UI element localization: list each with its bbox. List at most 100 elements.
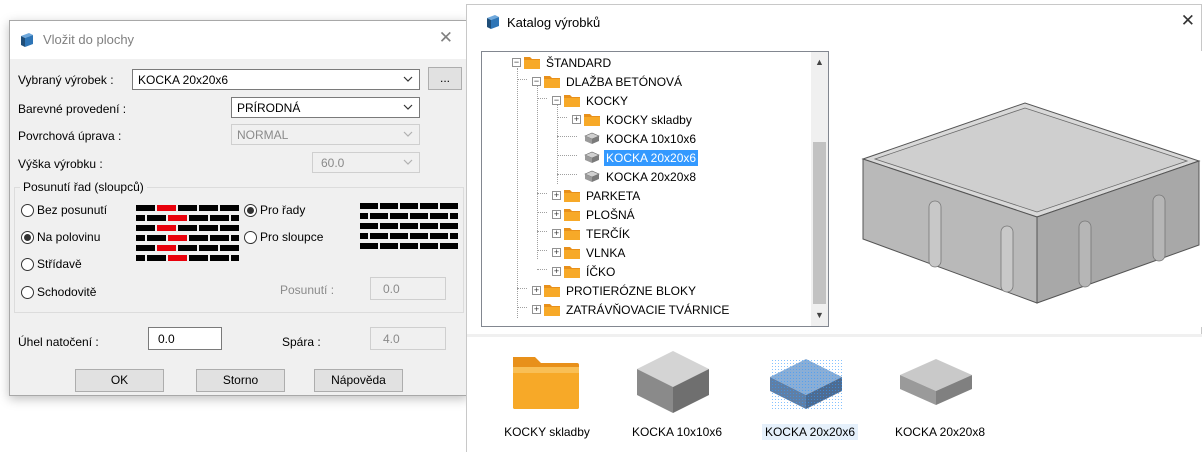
radio-no-shift[interactable]: Bez posunutí <box>21 203 107 217</box>
tree-node[interactable]: + ÍČKO <box>552 262 617 281</box>
tree-node-label: KOCKA 10x10x6 <box>606 131 697 146</box>
help-button[interactable]: Nápověda <box>314 369 403 392</box>
tree-node[interactable]: + ZATRÁVŇOVACIE TVÁRNICE <box>532 300 731 319</box>
tree-node[interactable]: KOCKA 10x10x6 <box>584 129 698 148</box>
radio-label: Schodovitě <box>37 285 97 299</box>
tree-node[interactable]: + KOCKY skladby <box>572 110 694 129</box>
height-label: Výška výrobku : <box>18 157 103 171</box>
product-label: Vybraný výrobek : <box>18 73 114 87</box>
tree-node[interactable]: − DLAŽBA BETÓNOVÁ <box>532 72 684 91</box>
collapse-icon[interactable]: − <box>552 96 561 105</box>
angle-field[interactable]: 0.0 <box>148 327 222 350</box>
tree-node[interactable]: + VLNKA <box>552 243 627 262</box>
radio-alternate[interactable]: Střídavě <box>21 257 82 271</box>
height-combo[interactable]: 60.0 <box>312 152 420 173</box>
tree-node-label: ZATRÁVŇOVACIE TVÁRNICE <box>566 302 730 317</box>
list-item-label: KOCKA 10x10x6 <box>631 425 723 439</box>
tree-node[interactable]: + PARKETA <box>552 186 642 205</box>
tree-node-label: ÍČKO <box>586 264 616 279</box>
gap-label: Spára : <box>282 335 321 349</box>
folder-icon <box>524 57 540 69</box>
radio-stepped[interactable]: Schodovitě <box>21 285 96 299</box>
close-icon[interactable]: ✕ <box>1181 12 1195 29</box>
radio-rows[interactable]: Pro řady <box>244 203 305 217</box>
radio-columns[interactable]: Pro sloupce <box>244 230 323 244</box>
color-value: PRÍRODNÁ <box>237 101 301 115</box>
paver-item-icon <box>900 359 972 405</box>
offset-field[interactable]: 0.0 <box>370 277 446 300</box>
tree-node[interactable]: + PROTIERÓZNE BLOKY <box>532 281 698 300</box>
folder-icon <box>564 266 580 278</box>
list-item-label: KOCKA 20x20x6 <box>750 424 870 440</box>
list-item-kocka-10x10x6[interactable]: KOCKA 10x10x6 <box>617 337 737 453</box>
radio-half[interactable]: Na polovinu <box>21 230 100 244</box>
ok-button[interactable]: OK <box>75 369 164 392</box>
cancel-button[interactable]: Storno <box>196 369 285 392</box>
list-item-kocka-20x20x6[interactable]: KOCKA 20x20x6 <box>750 337 870 453</box>
tree-node[interactable]: KOCKA 20x20x8 <box>584 167 698 186</box>
color-combo[interactable]: PRÍRODNÁ <box>231 97 420 118</box>
product-preview <box>851 51 1202 327</box>
radio-circle <box>21 203 34 217</box>
radio-circle <box>244 203 257 217</box>
category-tree[interactable]: − ŠTANDARD − DLAŽBA BETÓNOVÁ − KOCKY + KOCKY sk… <box>481 51 829 327</box>
folder-icon <box>544 76 560 88</box>
folder-icon <box>564 95 580 107</box>
product-combo[interactable]: KOCKA 20x20x6 <box>132 69 420 90</box>
half-shift-pattern <box>136 205 239 261</box>
expand-icon[interactable]: + <box>532 286 541 295</box>
radio-label: Střídavě <box>37 257 82 271</box>
tree-node-label: KOCKY skladby <box>606 112 692 127</box>
insert-dialog: Vložit do plochy ✕ Vybraný výrobek : KOC… <box>9 20 468 396</box>
paver-item-icon <box>584 170 600 182</box>
list-item-folder[interactable]: KOCKY skladby <box>487 337 607 453</box>
dialog-titlebar: Vložit do plochy ✕ <box>10 21 467 59</box>
tree-node-label: DLAŽBA BETÓNOVÁ <box>566 74 683 89</box>
folder-icon <box>564 209 580 221</box>
scroll-up-icon[interactable]: ▲ <box>811 54 828 71</box>
paver-item-icon <box>770 359 842 409</box>
close-icon[interactable]: ✕ <box>439 29 453 46</box>
tree-node-label: KOCKY <box>586 93 629 108</box>
tree-node[interactable]: + TERČÍK <box>552 224 632 243</box>
expand-icon[interactable]: + <box>552 267 561 276</box>
chevron-down-icon <box>403 131 413 137</box>
list-item-kocka-20x20x8[interactable]: KOCKA 20x20x8 <box>880 337 1000 453</box>
item-list[interactable]: KOCKY skladby KOCKA 10x10x6 KOCKA 20x20x… <box>467 337 1202 453</box>
collapse-icon[interactable]: − <box>512 58 521 67</box>
tree-node[interactable]: + PLOŠNÁ <box>552 205 637 224</box>
tree-node[interactable]: − ŠTANDARD <box>512 53 613 72</box>
radio-circle <box>21 285 34 299</box>
tree-node-label: PARKETA <box>586 188 641 203</box>
expand-icon[interactable]: + <box>552 248 561 257</box>
expand-icon[interactable]: + <box>552 191 561 200</box>
surface-combo[interactable]: NORMAL <box>231 124 420 145</box>
expand-icon[interactable]: + <box>532 305 541 314</box>
browse-button[interactable]: ... <box>428 67 462 90</box>
radio-label: Na polovinu <box>37 230 101 244</box>
collapse-icon[interactable]: − <box>532 77 541 86</box>
angle-value: 0.0 <box>158 332 175 346</box>
tree-scrollbar[interactable]: ▲ ▼ <box>811 52 828 326</box>
tree-node[interactable]: KOCKA 20x20x6 <box>584 148 699 167</box>
tree-node[interactable]: − KOCKY <box>552 91 630 110</box>
scroll-thumb[interactable] <box>813 142 826 304</box>
dialog-title: Vložit do plochy <box>43 32 135 47</box>
radio-label: Pro sloupce <box>260 230 324 244</box>
folder-icon <box>513 357 579 409</box>
scroll-down-icon[interactable]: ▼ <box>811 307 828 324</box>
offset-label: Posunutí : <box>280 283 335 297</box>
expand-icon[interactable]: + <box>552 229 561 238</box>
expand-icon[interactable]: + <box>552 210 561 219</box>
radio-circle <box>21 257 34 271</box>
tree-node-label: VLNKA <box>586 245 626 260</box>
gap-field[interactable]: 4.0 <box>370 327 446 350</box>
expand-icon[interactable]: + <box>572 115 581 124</box>
chevron-down-icon <box>403 104 413 110</box>
radio-label: Bez posunutí <box>37 203 108 217</box>
gap-value: 4.0 <box>383 332 400 346</box>
catalog-title: Katalog výrobků <box>507 15 601 30</box>
paver-3d-preview <box>861 102 1201 304</box>
radio-label: Pro řady <box>260 203 306 217</box>
rows-pattern <box>360 203 458 249</box>
